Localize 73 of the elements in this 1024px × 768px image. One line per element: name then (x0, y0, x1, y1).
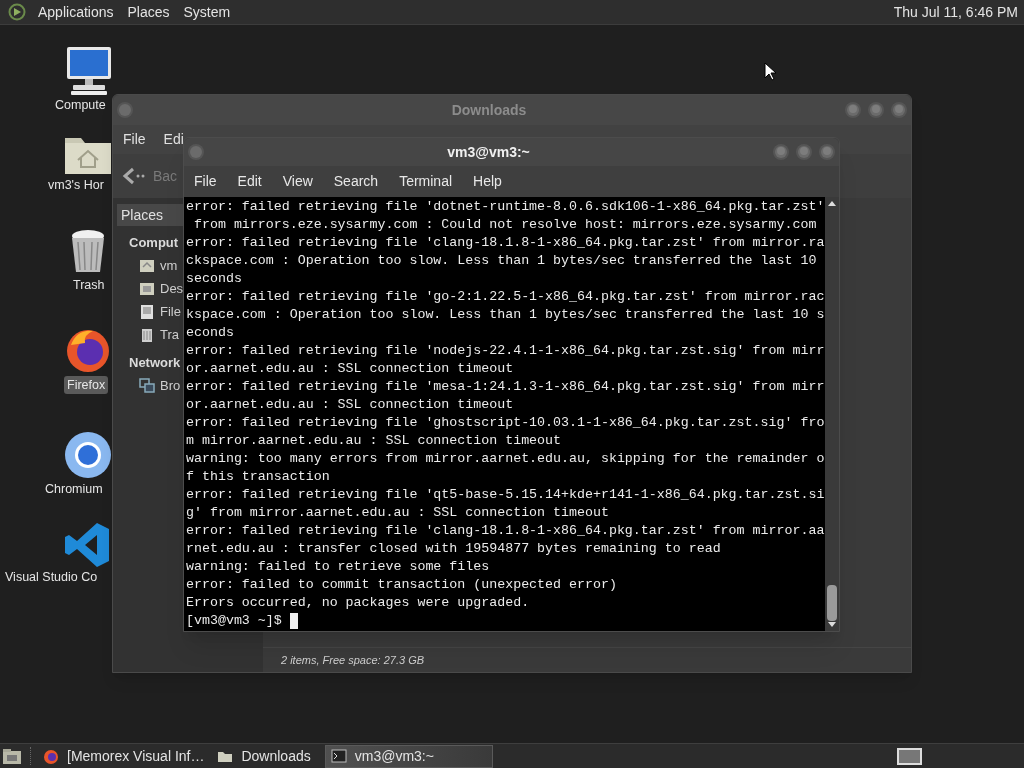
desktop-folder-icon (139, 280, 155, 297)
shell-prompt: [vm3@vm3 ~]$ (186, 612, 282, 630)
terminal-line: m mirror.aarnet.edu.au : SSL connection timeout (186, 432, 563, 450)
terminal-line: error: failed retrieving file 'ghostscript-10.03.1-1-x86_64.pkg.tar.zst.sig' fro (186, 414, 825, 432)
sidebar-item[interactable]: Tra (160, 324, 180, 345)
terminal-line: warning: failed to retrieve some files (186, 558, 491, 576)
desktop-icon-label[interactable]: Visual Studio Co (2, 568, 101, 586)
desktop-icon-label[interactable]: Chromium (42, 480, 106, 498)
sidebar-heading: Comput (129, 234, 179, 252)
panel-menu[interactable]: Applications (36, 1, 116, 23)
text-cursor (289, 613, 298, 629)
taskbar-button[interactable]: vm3@vm3:~ (324, 744, 493, 768)
menu-item[interactable]: Edi (163, 129, 184, 150)
terminal-line: error: failed retrieving file 'nodejs-22.4.1-1-x86_64.pkg.tar.zst.sig' from mirr (186, 342, 825, 360)
terminal-line: error: failed retrieving file 'qt5-base-5.15.14+kde+r141-1-x86_64.pkg.tar.zst.si (186, 486, 825, 504)
menu-item[interactable]: File (194, 171, 217, 192)
window-control-icon (187, 143, 205, 161)
chromium-icon[interactable] (63, 430, 113, 480)
clock[interactable]: Thu Jul 11, 6:46 PM (893, 1, 1018, 23)
terminal-line: Errors occurred, no packages were upgraded. (186, 594, 531, 612)
terminal-line: kspace.com : Operation too slow. Less than 1 bytes/sec transferred the last 10 s (186, 306, 825, 324)
trash-icon (139, 326, 155, 343)
menu-item[interactable]: Search (333, 171, 379, 192)
sidebar-item[interactable]: Des (160, 278, 184, 299)
menu-item[interactable]: Help (473, 171, 502, 192)
terminal-line: error: failed retrieving file 'mesa-1:24.1.3-1-x86_64.pkg.tar.zst.sig' from mirr (186, 378, 825, 396)
panel-menu[interactable]: System (181, 1, 233, 23)
menu-item[interactable]: File (123, 129, 146, 150)
sidebar-item[interactable]: vm (160, 255, 178, 276)
terminal-line: or.aarnet.edu.au : SSL connection timeout (186, 396, 515, 414)
panel-menu[interactable]: Places (125, 1, 172, 23)
desktop-icon-label[interactable]: Trash (70, 276, 108, 294)
terminal-line: ckspace.com : Operation too slow. Less than 1 bytes/sec transferred the last 10 (186, 252, 818, 270)
desktop-icon-label[interactable]: Compute (52, 96, 109, 114)
window-title: Downloads (450, 100, 528, 120)
menu-item[interactable]: Edit (237, 171, 262, 192)
window-title: vm3@vm3:~ (446, 142, 531, 162)
status-text: 2 items, Free space: 27.3 GB (281, 652, 425, 668)
show-desktop-icon[interactable] (1, 746, 23, 766)
home-folder-icon (139, 257, 155, 274)
taskbar-button[interactable]: Downloads (212, 744, 319, 768)
menu-item[interactable]: Terminal (399, 171, 453, 192)
mouse-pointer-icon (764, 62, 777, 81)
terminal-line: rnet.edu.au : transfer closed with 19594877 bytes remaining to read (186, 540, 722, 558)
scrollbar[interactable] (825, 197, 839, 631)
terminal-line: error: failed retrieving file 'clang-18.1.8-1-x86_64.pkg.tar.zst' from mirror.ra (186, 234, 825, 252)
terminal-line: econds (186, 324, 235, 342)
terminal-line: seconds (186, 270, 243, 288)
network-icon (139, 377, 155, 394)
taskbar-button[interactable]: [Memorex Visual Inf… (38, 744, 213, 768)
document-icon (139, 303, 155, 320)
terminal-line: error: failed retrieving file 'clang-18.1.8-1-x86_64.pkg.tar.zst' from mirror.aa (186, 522, 825, 540)
terminal-line: or.aarnet.edu.au : SSL connection timeout (186, 360, 515, 378)
terminal-line: error: failed to commit transaction (unexpected error) (186, 576, 618, 594)
window-control-icon (116, 101, 134, 119)
workspace-switcher[interactable] (897, 747, 922, 765)
terminal-line: error: failed retrieving file 'go-2:1.22.5-1-x86_64.pkg.tar.zst' from mirror.rac (186, 288, 825, 306)
terminal-icon (330, 748, 347, 764)
sidebar-heading: Network (129, 354, 181, 372)
terminal-line: error: failed retrieving file 'dotnet-runtime-8.0.6.sdk106-1-x86_64.pkg.tar.zst' (186, 198, 825, 216)
back-arrow-icon (121, 166, 147, 186)
desktop-icon-label[interactable]: vm3's Hor (45, 176, 107, 194)
sidebar-item[interactable]: File (160, 301, 181, 322)
terminal-line: g' from mirror.aarnet.edu.au : SSL connection timeout (186, 504, 610, 522)
scroll-thumb[interactable] (827, 585, 837, 621)
desktop-icon-label[interactable]: Firefox (64, 376, 109, 394)
menu-item[interactable]: View (282, 171, 313, 192)
terminal-line: warning: too many errors from mirror.aarnet.edu.au, skipping for the remainder o (186, 450, 825, 468)
sidebar-item[interactable]: Bro (160, 375, 181, 396)
terminal-line: from mirrors.eze.sysarmy.com : Could not resolve host: mirrors.eze.sysarmy.com (192, 216, 818, 234)
logo-icon (8, 3, 26, 21)
terminal-line: f this transaction (186, 468, 331, 486)
fox-globe-icon (43, 748, 59, 764)
